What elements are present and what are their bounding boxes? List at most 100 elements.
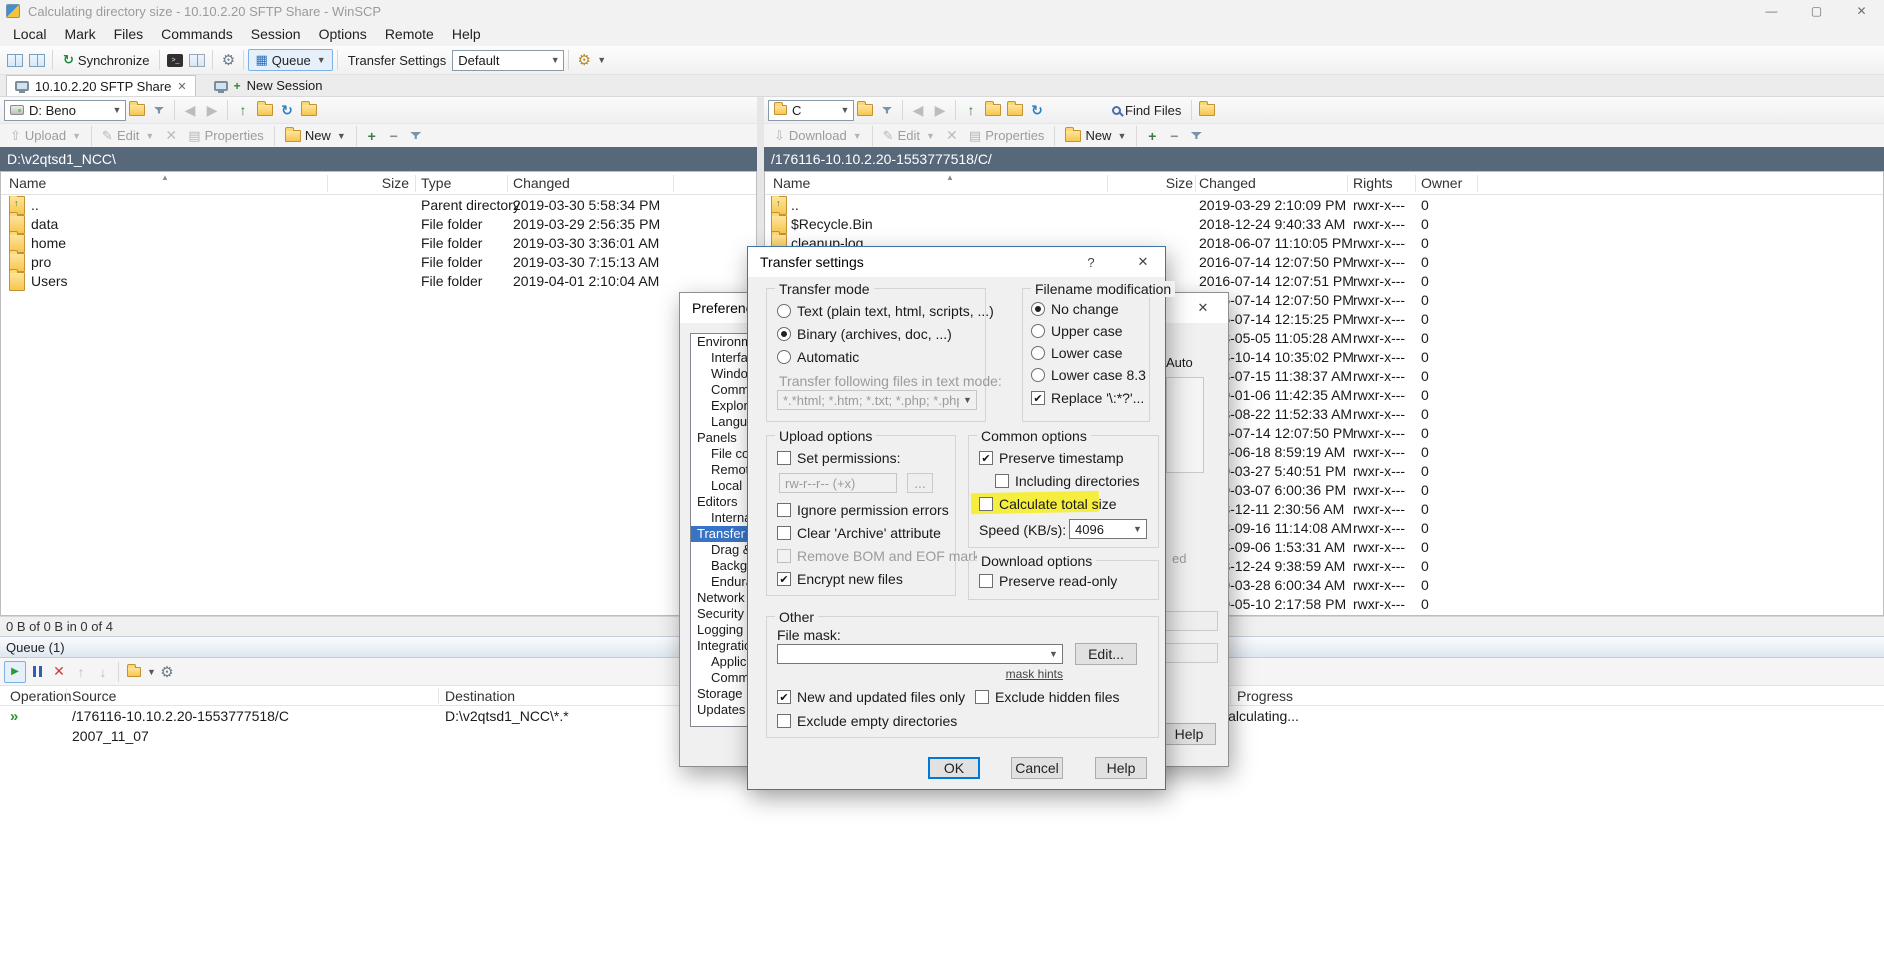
speed-combo[interactable]: 4096 ▼ (1069, 519, 1147, 539)
menu-item[interactable]: Remote (376, 22, 443, 46)
edit-button[interactable]: ✎ Edit ▼ (877, 126, 941, 146)
queue-source[interactable]: /176116-10.10.2.20-1553777518/C (72, 708, 289, 724)
root-directory-icon[interactable] (982, 99, 1004, 121)
file-row[interactable]: pro File folder 2019-03-30 7:15:13 AM (1, 253, 756, 272)
exclude-hidden-checkbox[interactable]: Exclude hidden files (975, 689, 1120, 705)
help-button[interactable]: Help (1095, 757, 1147, 779)
home-directory-icon[interactable] (1004, 99, 1026, 121)
text-mode-radio[interactable]: Text (plain text, html, scripts, ...) (777, 303, 994, 319)
column-header-name[interactable]: Name (9, 172, 46, 195)
set-permissions-checkbox[interactable]: Set permissions: (777, 450, 900, 466)
menu-item[interactable]: Help (443, 22, 490, 46)
add-icon[interactable]: + (1141, 125, 1163, 147)
upload-button[interactable]: ⇧ Upload ▼ (4, 126, 87, 146)
queue-enable-button[interactable]: ▶ (4, 661, 26, 683)
remote-path-bar[interactable]: /176116-10.10.2.20-1553777518/C/ (764, 147, 1884, 171)
download-button[interactable]: ⇩ Download ▼ (768, 126, 868, 146)
ignore-permission-errors-checkbox[interactable]: Ignore permission errors (777, 502, 949, 518)
column-header-name[interactable]: Name (773, 172, 810, 195)
close-icon[interactable]: ✕ (1186, 297, 1220, 319)
queue-settings-button[interactable]: ⚙ (156, 661, 178, 683)
filter-icon[interactable] (148, 99, 170, 121)
refresh-icon[interactable]: ↻ (1026, 99, 1048, 121)
column-header-type[interactable]: Type (421, 172, 451, 195)
queue-folder-button[interactable] (123, 661, 145, 683)
file-row[interactable]: Users File folder 2019-04-01 2:10:04 AM (1, 272, 756, 291)
bookmark-folder-icon[interactable] (854, 99, 876, 121)
menu-item[interactable]: Commands (152, 22, 242, 46)
console-icon[interactable] (164, 49, 186, 71)
menu-item[interactable]: Files (105, 22, 153, 46)
parent-directory-icon[interactable]: ↑ (960, 99, 982, 121)
queue-button[interactable]: ▦ Queue ▼ (248, 49, 332, 71)
new-button[interactable]: New ▼ (279, 126, 352, 145)
preferences-help-button[interactable]: Help (1162, 723, 1216, 745)
remote-drive-combo[interactable]: C ▼ (768, 100, 854, 121)
menu-item[interactable]: Session (242, 22, 310, 46)
filter-icon[interactable] (1185, 125, 1207, 147)
close-tab-icon[interactable]: ✕ (177, 80, 186, 93)
tab-active-session[interactable]: 10.10.2.20 SFTP Share ✕ (6, 75, 196, 96)
minimize-button[interactable]: — (1749, 0, 1794, 22)
permissions-more-button[interactable]: ... (907, 473, 933, 493)
root-directory-icon[interactable] (254, 99, 276, 121)
menu-item[interactable]: Options (310, 22, 376, 46)
text-mode-mask-combo[interactable]: *.*html; *.htm; *.txt; *.php; *.php3; *.… (777, 390, 977, 410)
bookmark-folder-icon[interactable] (126, 99, 148, 121)
file-row[interactable]: .. 2019-03-29 2:10:09 PM rwxr-x--- 0 (765, 196, 1883, 215)
column-header-size[interactable]: Size (1111, 172, 1193, 195)
transfer-preset-combo[interactable]: Default ▼ (452, 50, 564, 71)
panel-layout-icon[interactable] (4, 49, 26, 71)
menu-item[interactable]: Mark (55, 22, 104, 46)
forward-icon[interactable]: ▶ (929, 99, 951, 121)
back-icon[interactable]: ◀ (179, 99, 201, 121)
file-row[interactable]: $Recycle.Bin 2018-12-24 9:40:33 AM rwxr-… (765, 215, 1883, 234)
column-header-changed[interactable]: Changed (1199, 172, 1256, 195)
automatic-mode-radio[interactable]: Automatic (777, 349, 859, 365)
cancel-button[interactable]: Cancel (1011, 757, 1063, 779)
clear-archive-checkbox[interactable]: Clear 'Archive' attribute (777, 525, 941, 541)
find-files-button[interactable]: Find Files (1106, 101, 1187, 120)
file-row[interactable]: data File folder 2019-03-29 2:56:35 PM (1, 215, 756, 234)
mask-hints-link[interactable]: mask hints (983, 667, 1063, 681)
open-directory-icon[interactable] (298, 99, 320, 121)
tab-new-session[interactable]: + New Session (206, 75, 331, 96)
column-header-source[interactable]: Source (72, 686, 116, 706)
refresh-icon[interactable]: ↻ (276, 99, 298, 121)
permissions-field[interactable]: rw-r--r-- (+x) (779, 473, 897, 493)
queue-destination[interactable]: D:\v2qtsd1_NCC\*.* (445, 708, 569, 724)
edit-button[interactable]: ✎ Edit ▼ (96, 126, 160, 146)
close-icon[interactable]: ✕ (1126, 251, 1160, 273)
edit-mask-button[interactable]: Edit... (1075, 643, 1137, 665)
help-icon[interactable]: ? (1076, 251, 1106, 273)
panel-layout-alt-icon[interactable] (26, 49, 48, 71)
local-path-bar[interactable]: D:\v2qtsd1_NCC\ (0, 147, 757, 171)
including-directories-checkbox[interactable]: Including directories (995, 473, 1140, 489)
no-change-radio[interactable]: No change (1031, 301, 1119, 317)
sync-browsing-icon[interactable] (186, 49, 208, 71)
queue-progress[interactable]: Calculating... (1218, 708, 1299, 724)
queue-move-down-button[interactable]: ↓ (92, 661, 114, 683)
properties-button[interactable]: ▤ Properties (182, 126, 270, 146)
local-drive-combo[interactable]: D: Beno ▼ (4, 100, 126, 121)
transfer-options-icon[interactable]: ⚙ (573, 49, 595, 71)
forward-icon[interactable]: ▶ (201, 99, 223, 121)
new-updated-only-checkbox[interactable]: New and updated files only (777, 689, 965, 705)
column-header-changed[interactable]: Changed (513, 172, 570, 195)
properties-button[interactable]: ▤ Properties (963, 126, 1051, 146)
file-row[interactable]: .. Parent directory 2019-03-30 5:58:34 P… (1, 196, 756, 215)
new-button[interactable]: New ▼ (1059, 126, 1132, 145)
encrypt-new-files-checkbox[interactable]: Encrypt new files (777, 571, 903, 587)
queue-move-up-button[interactable]: ↑ (70, 661, 92, 683)
button-fragment[interactable] (1164, 611, 1218, 631)
binary-mode-radio[interactable]: Binary (archives, doc, ...) (777, 326, 952, 342)
filter-icon[interactable] (876, 99, 898, 121)
column-header-owner[interactable]: Owner (1421, 172, 1462, 195)
delete-icon[interactable]: ✕ (160, 125, 182, 147)
remove-icon[interactable]: − (383, 125, 405, 147)
remove-bom-checkbox[interactable]: Remove BOM and EOF marks (777, 548, 987, 564)
delete-icon[interactable]: ✕ (941, 125, 963, 147)
replace-chars-checkbox[interactable]: Replace '\:*?'... (1031, 390, 1144, 406)
column-header-progress[interactable]: Progress (1237, 686, 1293, 706)
upper-case-radio[interactable]: Upper case (1031, 323, 1123, 339)
